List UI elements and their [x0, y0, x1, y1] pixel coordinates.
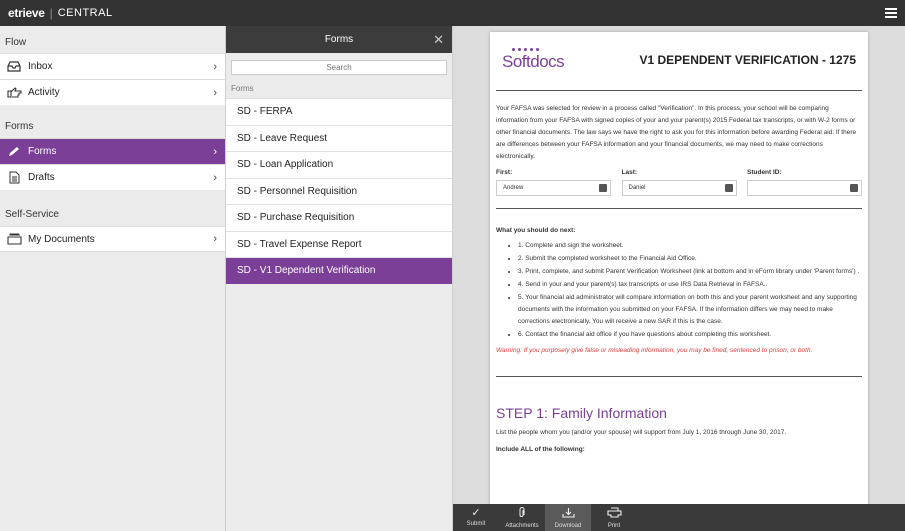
section-forms: Forms [5, 121, 34, 132]
sidebar-item-label: Inbox [28, 61, 53, 72]
submit-button[interactable]: ✓ Submit [453, 504, 499, 531]
warning-text: Warning: If you purposely give false or … [496, 347, 813, 354]
section-flow: Flow [5, 37, 27, 48]
search-wrap [226, 53, 452, 78]
steps-list: 1. Complete and sign the worksheet. 2. S… [496, 240, 862, 341]
next-steps-heading: What you should do next: [496, 227, 576, 234]
step1-heading: STEP 1: Family Information [496, 405, 667, 421]
section-self-service: Self-Service [5, 209, 59, 220]
intro-paragraph: Your FAFSA was selected for review in a … [496, 105, 857, 160]
document-viewer: Softdocs V1 DEPENDENT VERIFICATION - 127… [453, 26, 905, 504]
logo-dots [512, 48, 539, 51]
action-bar: ✓ Submit Attachments Download Print [453, 504, 905, 531]
chevron-right-icon: › [213, 60, 217, 73]
include-text: Include ALL of the following: [496, 446, 585, 453]
pencil-icon [6, 145, 22, 159]
student-id-field: Student ID: [747, 169, 862, 196]
form-item-ferpa[interactable]: SD - FERPA [226, 98, 452, 125]
hamburger-menu-icon[interactable] [885, 8, 897, 18]
chevron-right-icon: › [213, 145, 217, 158]
list-item: 4. Send in your and your parent(s) tax t… [518, 279, 862, 291]
list-item: 6. Contact the financial aid office if y… [518, 329, 862, 341]
last-name-field: Last: Daniel [621, 169, 737, 196]
student-id-input[interactable] [747, 180, 862, 196]
sidebar-item-label: Drafts [28, 172, 55, 183]
student-id-label: Student ID: [747, 169, 782, 176]
field-icon [599, 184, 607, 192]
softdocs-logo: Softdocs [502, 48, 565, 72]
sidebar-item-label: My Documents [28, 233, 95, 245]
brand-name: etrieve [8, 6, 45, 20]
list-item: 2. Submit the completed worksheet to the… [518, 253, 862, 265]
divider [496, 90, 862, 91]
download-icon [561, 507, 575, 521]
sidebar-item-label: Forms [28, 146, 57, 157]
checkmark-icon: ✓ [471, 507, 481, 519]
sidebar-item-label: Activity [28, 87, 60, 98]
document-title: V1 DEPENDENT VERIFICATION - 1275 [639, 53, 857, 67]
search-input[interactable] [231, 60, 447, 75]
field-icon [724, 184, 733, 192]
first-input[interactable]: Andrew [496, 180, 611, 196]
form-item-v1-dependent-verification[interactable]: SD - V1 Dependent Verification [226, 257, 452, 284]
app-name: CENTRAL [57, 7, 113, 19]
people-text: List the people whom you (and/or your sp… [496, 429, 787, 436]
sidebar-item-my-documents[interactable]: My Documents › [0, 226, 225, 252]
hand-pointer-icon [6, 86, 22, 100]
close-icon[interactable]: ✕ [433, 32, 444, 48]
app-logo[interactable]: etrieve | CENTRAL [8, 6, 113, 20]
document-header: Softdocs V1 DEPENDENT VERIFICATION - 127… [496, 42, 862, 78]
first-label: First: [496, 169, 513, 176]
forms-list-label: Forms [231, 84, 254, 93]
download-button[interactable]: Download [545, 504, 591, 531]
printer-icon [606, 506, 622, 521]
paperclip-icon [518, 506, 526, 521]
forms-panel: Forms ✕ Forms SD - FERPA SD - Leave Requ… [226, 26, 453, 531]
form-item-personnel-requisition[interactable]: SD - Personnel Requisition [226, 177, 452, 204]
first-name-field: First: Andrew [496, 169, 611, 196]
forms-panel-title: Forms [324, 34, 354, 45]
form-document: Softdocs V1 DEPENDENT VERIFICATION - 127… [490, 32, 868, 504]
print-button[interactable]: Print [591, 504, 637, 531]
chevron-right-icon: › [213, 233, 217, 245]
list-item: 3. Print, complete, and submit Parent Ve… [518, 266, 862, 278]
form-item-loan-application[interactable]: SD - Loan Application [226, 151, 452, 178]
chevron-right-icon: › [213, 86, 217, 99]
inbox-icon [6, 60, 22, 74]
forms-panel-header: Forms ✕ [226, 26, 452, 53]
divider [496, 376, 862, 377]
sidebar-item-forms[interactable]: Forms › [0, 138, 225, 164]
last-label: Last: [621, 169, 638, 176]
form-item-leave-request[interactable]: SD - Leave Request [226, 124, 452, 151]
top-bar: etrieve | CENTRAL [0, 0, 905, 26]
field-icon [850, 184, 858, 192]
document-icon [6, 171, 22, 185]
last-input[interactable]: Daniel [621, 180, 737, 196]
stack-icon [6, 232, 22, 246]
sidebar-item-activity[interactable]: Activity › [0, 79, 225, 105]
divider [496, 208, 862, 209]
list-item: 1. Complete and sign the worksheet. [518, 240, 862, 252]
chevron-right-icon: › [213, 171, 217, 184]
sidebar-item-drafts[interactable]: Drafts › [0, 164, 225, 190]
form-item-purchase-requisition[interactable]: SD - Purchase Requisition [226, 204, 452, 231]
attachments-button[interactable]: Attachments [499, 504, 545, 531]
logo-separator: | [49, 6, 53, 20]
sidebar: Flow Inbox › Activity › Forms Forms › Dr… [0, 26, 226, 531]
logo-text: Softdocs [502, 52, 565, 71]
sidebar-item-inbox[interactable]: Inbox › [0, 53, 225, 79]
name-fields: First: Andrew Last: Daniel Student ID: [496, 169, 862, 196]
form-item-travel-expense-report[interactable]: SD - Travel Expense Report [226, 230, 452, 257]
list-item: 5. Your financial aid administrator will… [518, 292, 862, 328]
